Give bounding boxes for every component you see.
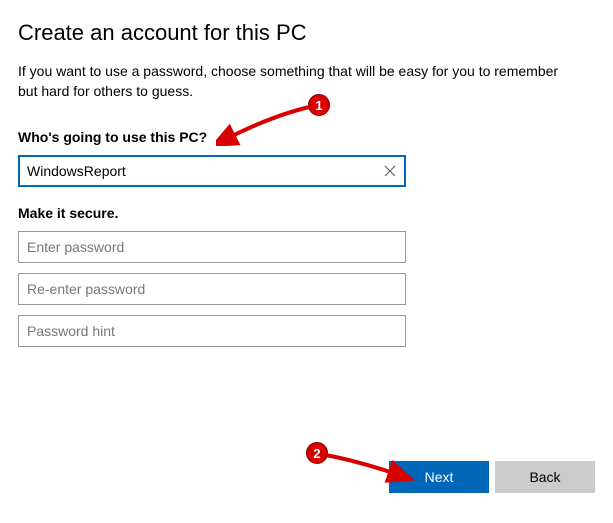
back-button[interactable]: Back bbox=[495, 461, 595, 493]
page-title: Create an account for this PC bbox=[18, 20, 595, 46]
page-description: If you want to use a password, choose so… bbox=[18, 62, 578, 101]
password-hint-input[interactable] bbox=[18, 315, 406, 347]
next-button[interactable]: Next bbox=[389, 461, 489, 493]
reenter-password-input[interactable] bbox=[18, 273, 406, 305]
password-input[interactable] bbox=[18, 231, 406, 263]
clear-icon[interactable] bbox=[380, 161, 400, 181]
username-input[interactable] bbox=[18, 155, 406, 187]
secure-section-label: Make it secure. bbox=[18, 205, 595, 221]
username-section-label: Who's going to use this PC? bbox=[18, 129, 595, 145]
annotation-badge-2: 2 bbox=[306, 442, 328, 464]
